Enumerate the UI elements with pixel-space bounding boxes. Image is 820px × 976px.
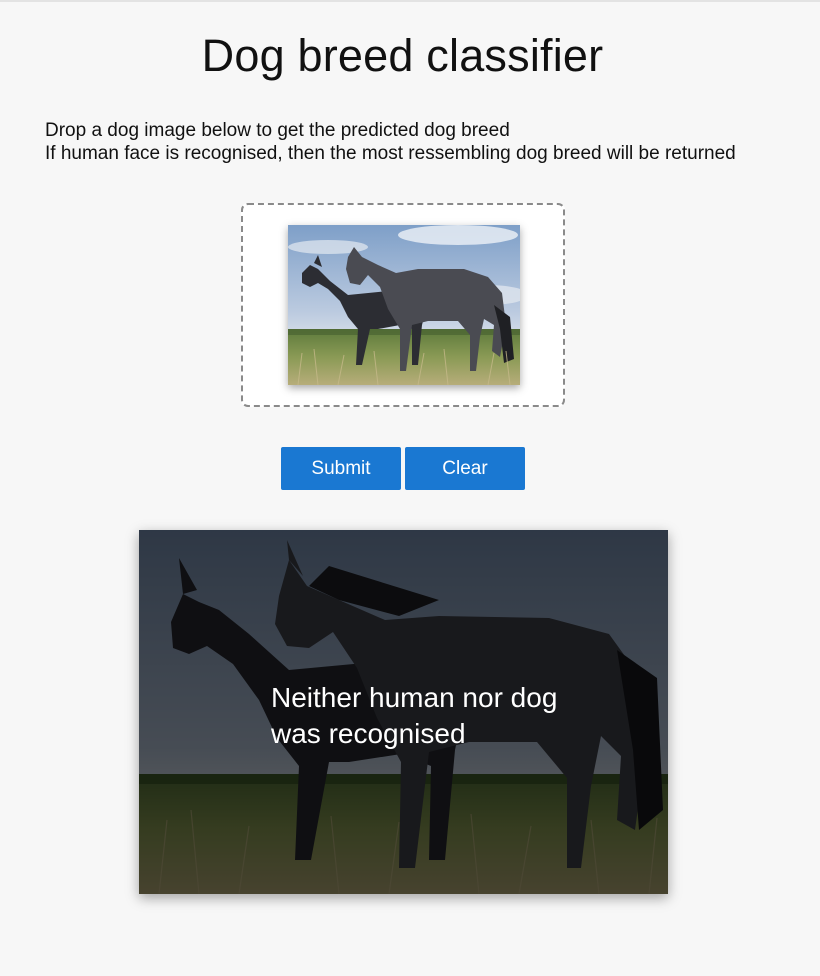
- result-message: Neither human nor dog was recognised: [271, 682, 558, 749]
- instructions: Drop a dog image below to get the predic…: [45, 119, 736, 165]
- image-dropzone[interactable]: [241, 203, 565, 407]
- page-title: Dog breed classifier: [201, 30, 604, 81]
- top-divider: [0, 0, 820, 2]
- preview-image: [288, 225, 520, 385]
- submit-button[interactable]: Submit: [281, 447, 401, 490]
- clear-button[interactable]: Clear: [405, 447, 525, 490]
- instruction-line-1: Drop a dog image below to get the predic…: [45, 120, 510, 141]
- result-card: Neither human nor dog was recognised: [139, 530, 668, 894]
- instruction-line-2: If human face is recognised, then the mo…: [45, 143, 736, 164]
